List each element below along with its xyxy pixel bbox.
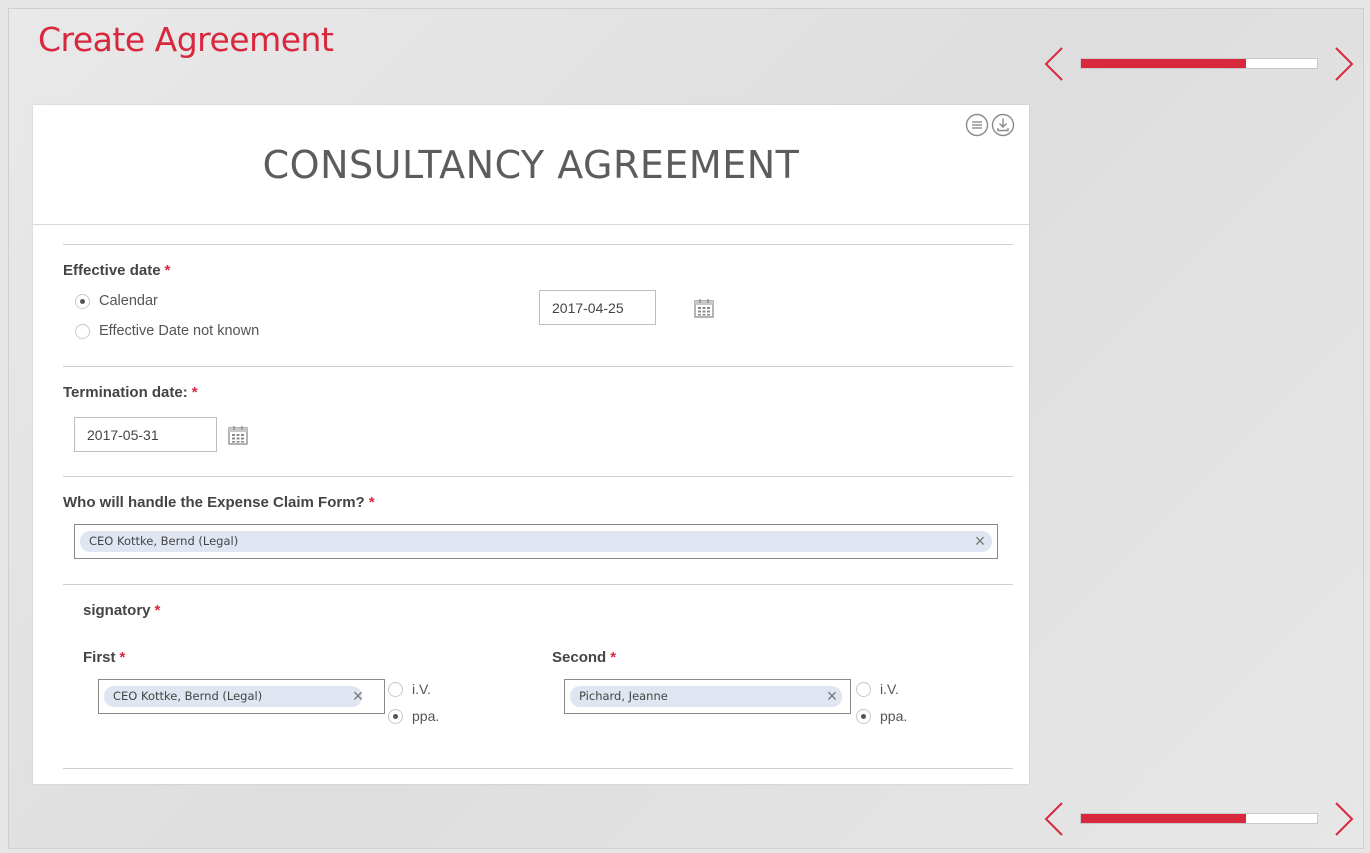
- selected-person-token: Pichard, Jeanne: [570, 686, 842, 707]
- required-mark: *: [610, 649, 617, 666]
- radio-first-ppa-label: ppa.: [412, 708, 440, 724]
- termination-date-input[interactable]: 2017-05-31: [74, 417, 217, 452]
- required-mark: *: [191, 384, 198, 401]
- radio-second-iv[interactable]: [856, 681, 871, 697]
- document-title: CONSULTANCY AGREEMENT: [262, 143, 800, 187]
- list-menu-icon[interactable]: [965, 113, 989, 137]
- agreement-form-card: CONSULTANCY AGREEMENT Effective date * Ca…: [33, 105, 1029, 784]
- progress-nav-top: [1040, 44, 1358, 84]
- second-option-iv[interactable]: i.V.: [856, 681, 899, 697]
- remove-token-button[interactable]: ×: [348, 685, 368, 707]
- radio-calendar-label: Calendar: [99, 293, 158, 309]
- progress-fill: [1081, 814, 1247, 823]
- effective-date-label: Effective date *: [63, 262, 171, 279]
- progress-bar: [1080, 58, 1318, 69]
- second-signatory-field[interactable]: Pichard, Jeanne ×: [564, 679, 851, 714]
- radio-option-not-known[interactable]: Effective Date not known: [75, 323, 259, 339]
- radio-first-iv[interactable]: [388, 681, 403, 697]
- calendar-icon[interactable]: [227, 424, 249, 446]
- remove-token-button[interactable]: ×: [822, 685, 842, 707]
- termination-date-section: Termination date: * 2017-05-31: [63, 366, 1013, 476]
- prev-step-button[interactable]: [1040, 44, 1068, 84]
- effective-date-section: Effective date * Calendar Effective Date …: [63, 244, 1013, 366]
- expense-claim-handler-field[interactable]: CEO Kottke, Bernd (Legal) ×: [74, 524, 998, 559]
- radio-calendar[interactable]: [75, 293, 90, 309]
- progress-bar: [1080, 813, 1318, 824]
- first-signatory-label: First *: [83, 649, 126, 666]
- selected-person-token: CEO Kottke, Bernd (Legal): [80, 531, 992, 552]
- radio-not-known-label: Effective Date not known: [99, 323, 260, 339]
- required-mark: *: [119, 649, 126, 666]
- effective-date-input[interactable]: 2017-04-25: [539, 290, 656, 325]
- chevron-left-icon: [1044, 802, 1063, 836]
- radio-second-ppa-label: ppa.: [880, 708, 908, 724]
- next-step-button[interactable]: [1330, 799, 1358, 839]
- radio-first-iv-label: i.V.: [412, 681, 431, 697]
- first-option-ppa[interactable]: ppa.: [388, 708, 439, 724]
- progress-nav-bottom: [1040, 799, 1358, 839]
- required-mark: *: [154, 602, 161, 619]
- chevron-right-icon: [1335, 47, 1354, 81]
- page-title: Create Agreement: [38, 20, 334, 59]
- chevron-right-icon: [1335, 802, 1354, 836]
- selected-person-token: CEO Kottke, Bernd (Legal): [104, 686, 362, 707]
- signatory-label: signatory *: [83, 602, 161, 619]
- signatory-section: signatory * First * CEO Kottke, Bernd (Leg…: [63, 584, 1013, 768]
- remove-token-button[interactable]: ×: [970, 530, 990, 552]
- progress-fill: [1081, 59, 1247, 68]
- expense-claim-label: Who will handle the Expense Claim Form? *: [63, 494, 375, 511]
- radio-second-ppa[interactable]: [856, 708, 871, 724]
- first-signatory-field[interactable]: CEO Kottke, Bernd (Legal) ×: [98, 679, 385, 714]
- calendar-icon[interactable]: [693, 297, 715, 319]
- chevron-left-icon: [1044, 47, 1063, 81]
- required-mark: *: [368, 494, 375, 511]
- second-signatory-label: Second *: [552, 649, 617, 666]
- required-mark: *: [164, 262, 171, 279]
- second-option-ppa[interactable]: ppa.: [856, 708, 907, 724]
- radio-second-iv-label: i.V.: [880, 681, 899, 697]
- radio-not-known[interactable]: [75, 323, 90, 339]
- radio-option-calendar[interactable]: Calendar: [75, 293, 158, 309]
- next-step-button[interactable]: [1330, 44, 1358, 84]
- form-bottom-divider: [63, 768, 1013, 769]
- download-icon[interactable]: [991, 113, 1015, 137]
- radio-first-ppa[interactable]: [388, 708, 403, 724]
- document-header: CONSULTANCY AGREEMENT: [33, 105, 1029, 225]
- expense-claim-section: Who will handle the Expense Claim Form? *…: [63, 476, 1013, 584]
- prev-step-button[interactable]: [1040, 799, 1068, 839]
- termination-date-label: Termination date: *: [63, 384, 198, 401]
- first-option-iv[interactable]: i.V.: [388, 681, 431, 697]
